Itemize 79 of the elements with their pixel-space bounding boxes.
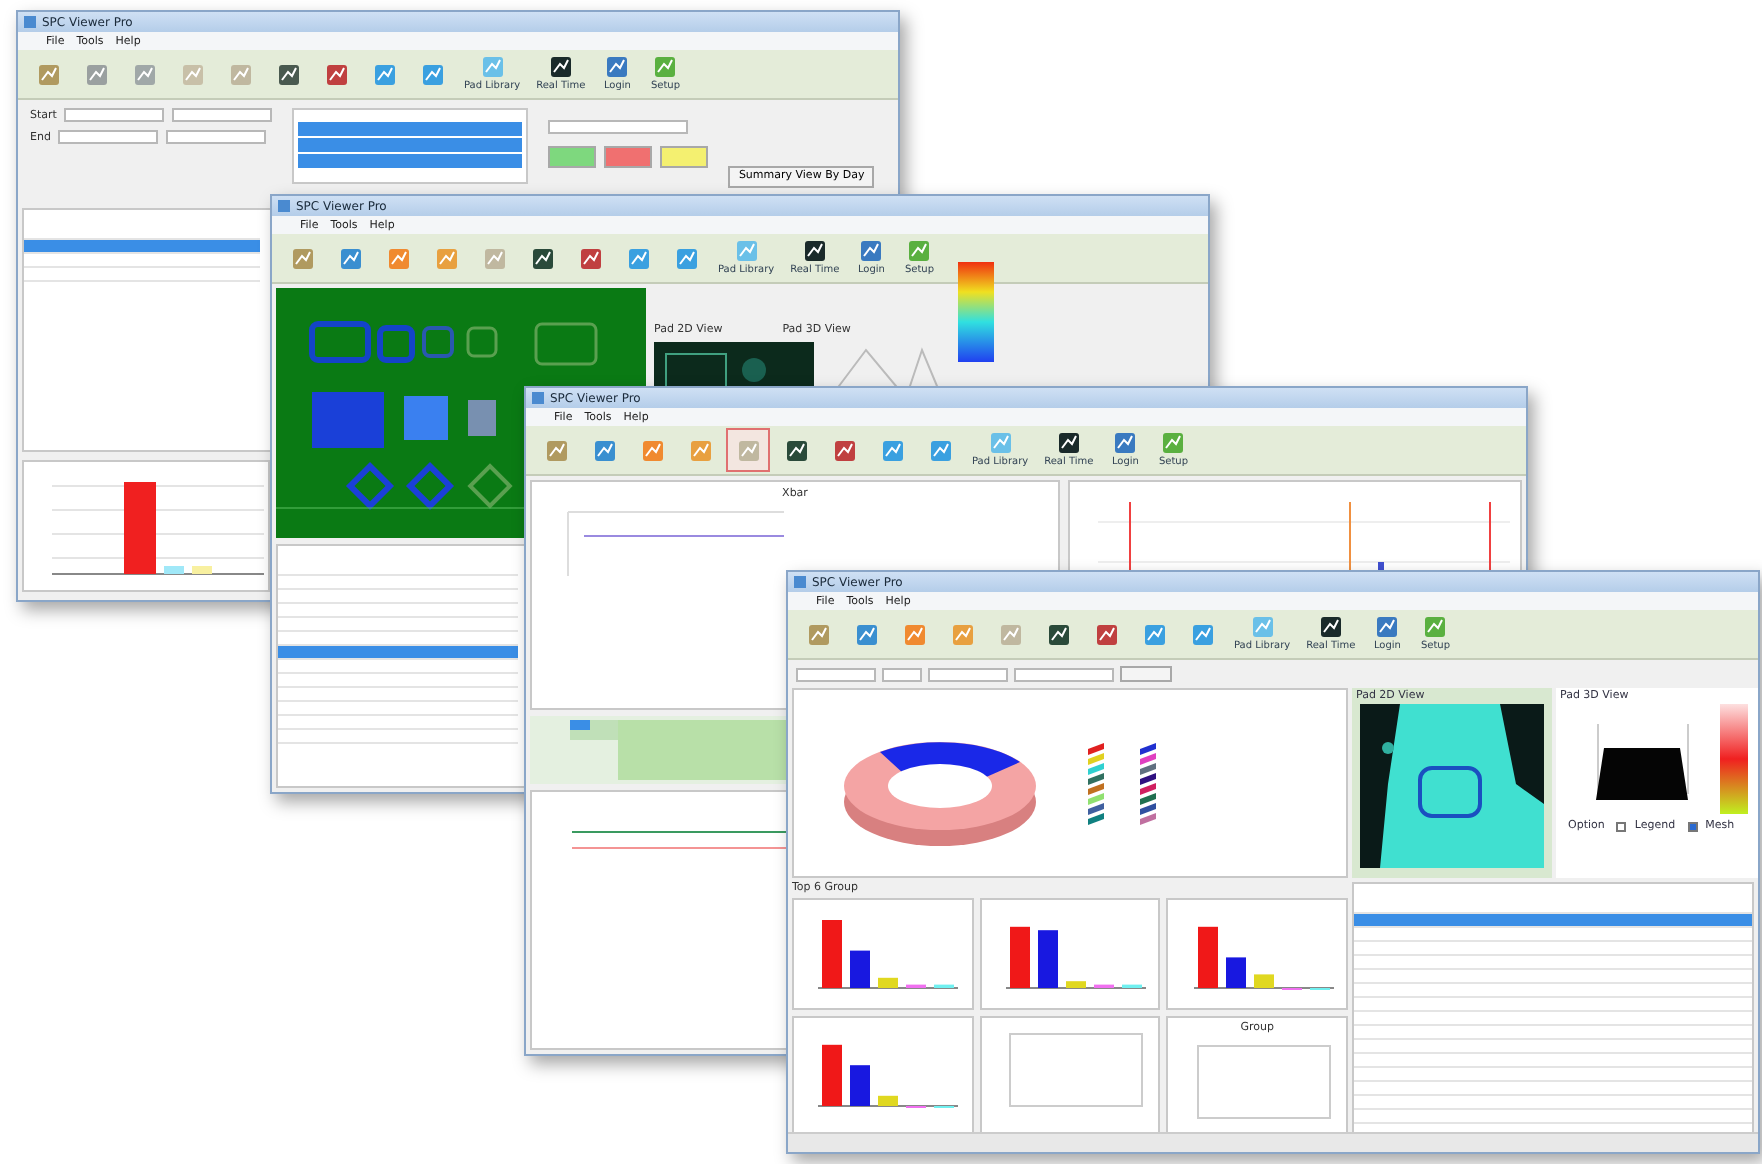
date-field[interactable] <box>58 130 159 144</box>
chart-icon <box>737 439 759 461</box>
dropdown[interactable] <box>882 667 922 681</box>
list-item[interactable] <box>298 138 523 152</box>
table-row[interactable] <box>24 240 260 254</box>
chart-icon <box>1424 616 1447 638</box>
checkbox[interactable] <box>1616 821 1627 831</box>
chart-icon <box>1047 623 1069 645</box>
chart-icon <box>689 439 711 461</box>
date-field[interactable] <box>64 108 165 122</box>
chart-icon <box>641 439 663 461</box>
chart-icon <box>291 247 313 269</box>
table-row[interactable] <box>1354 914 1752 928</box>
chart-icon <box>277 63 299 85</box>
chart-icon <box>531 247 553 269</box>
chart-icon <box>606 56 629 78</box>
chart-icon <box>1143 623 1165 645</box>
table-row[interactable] <box>278 646 518 660</box>
chart-icon <box>1114 432 1137 454</box>
dropdown[interactable] <box>1014 667 1114 681</box>
chart-icon <box>908 240 931 262</box>
time-field[interactable] <box>172 108 273 122</box>
chart-icon <box>229 63 251 85</box>
list-item[interactable] <box>298 122 523 136</box>
chart-icon <box>593 439 615 461</box>
chart-icon <box>1162 432 1185 454</box>
chart-icon <box>373 63 395 85</box>
chart-icon <box>1057 432 1080 454</box>
app-icon <box>794 576 806 588</box>
chart-icon <box>545 439 567 461</box>
action-button[interactable] <box>660 146 709 168</box>
chart-icon <box>951 623 973 645</box>
app-icon <box>532 392 544 404</box>
chart-icon <box>989 432 1012 454</box>
chart-icon <box>325 63 347 85</box>
dropdown[interactable] <box>796 667 876 681</box>
chart-icon <box>803 240 826 262</box>
chart-icon <box>1251 616 1274 638</box>
chart-icon <box>833 439 855 461</box>
color-scale-drawing <box>1720 704 1748 814</box>
chart-icon <box>421 63 443 85</box>
list-item[interactable] <box>298 154 523 168</box>
app-icon <box>24 16 36 28</box>
chart-icon <box>1191 623 1213 645</box>
chart-icon <box>929 439 951 461</box>
chart-icon <box>133 63 155 85</box>
action-button[interactable] <box>548 146 597 168</box>
chart-icon <box>339 247 361 269</box>
chart-icon <box>675 247 697 269</box>
checkbox[interactable] <box>1687 821 1698 831</box>
chart-icon <box>85 63 107 85</box>
action-button[interactable] <box>604 146 653 168</box>
chart-icon <box>1376 616 1399 638</box>
chart-icon <box>999 623 1021 645</box>
search-field[interactable] <box>548 120 689 134</box>
chart-icon <box>483 247 505 269</box>
dropdown[interactable] <box>928 667 1008 681</box>
chart-icon <box>903 623 925 645</box>
chart-icon <box>654 56 677 78</box>
chart-icon <box>549 56 572 78</box>
chart-icon <box>855 623 877 645</box>
chart-icon <box>881 439 903 461</box>
chart-icon <box>860 240 883 262</box>
app-icon <box>278 200 290 212</box>
chart-icon <box>1319 616 1342 638</box>
chart-icon <box>807 623 829 645</box>
export-button[interactable] <box>1120 666 1172 682</box>
chart-icon <box>627 247 649 269</box>
time-field[interactable] <box>166 130 267 144</box>
chart-icon <box>579 247 601 269</box>
chart-icon <box>435 247 457 269</box>
chart-icon <box>481 56 504 78</box>
chart-icon <box>37 63 59 85</box>
color-scale-drawing <box>958 262 994 362</box>
chart-icon <box>387 247 409 269</box>
chart-icon <box>785 439 807 461</box>
chart-icon <box>1095 623 1117 645</box>
chart-icon <box>181 63 203 85</box>
chart-icon <box>735 240 758 262</box>
